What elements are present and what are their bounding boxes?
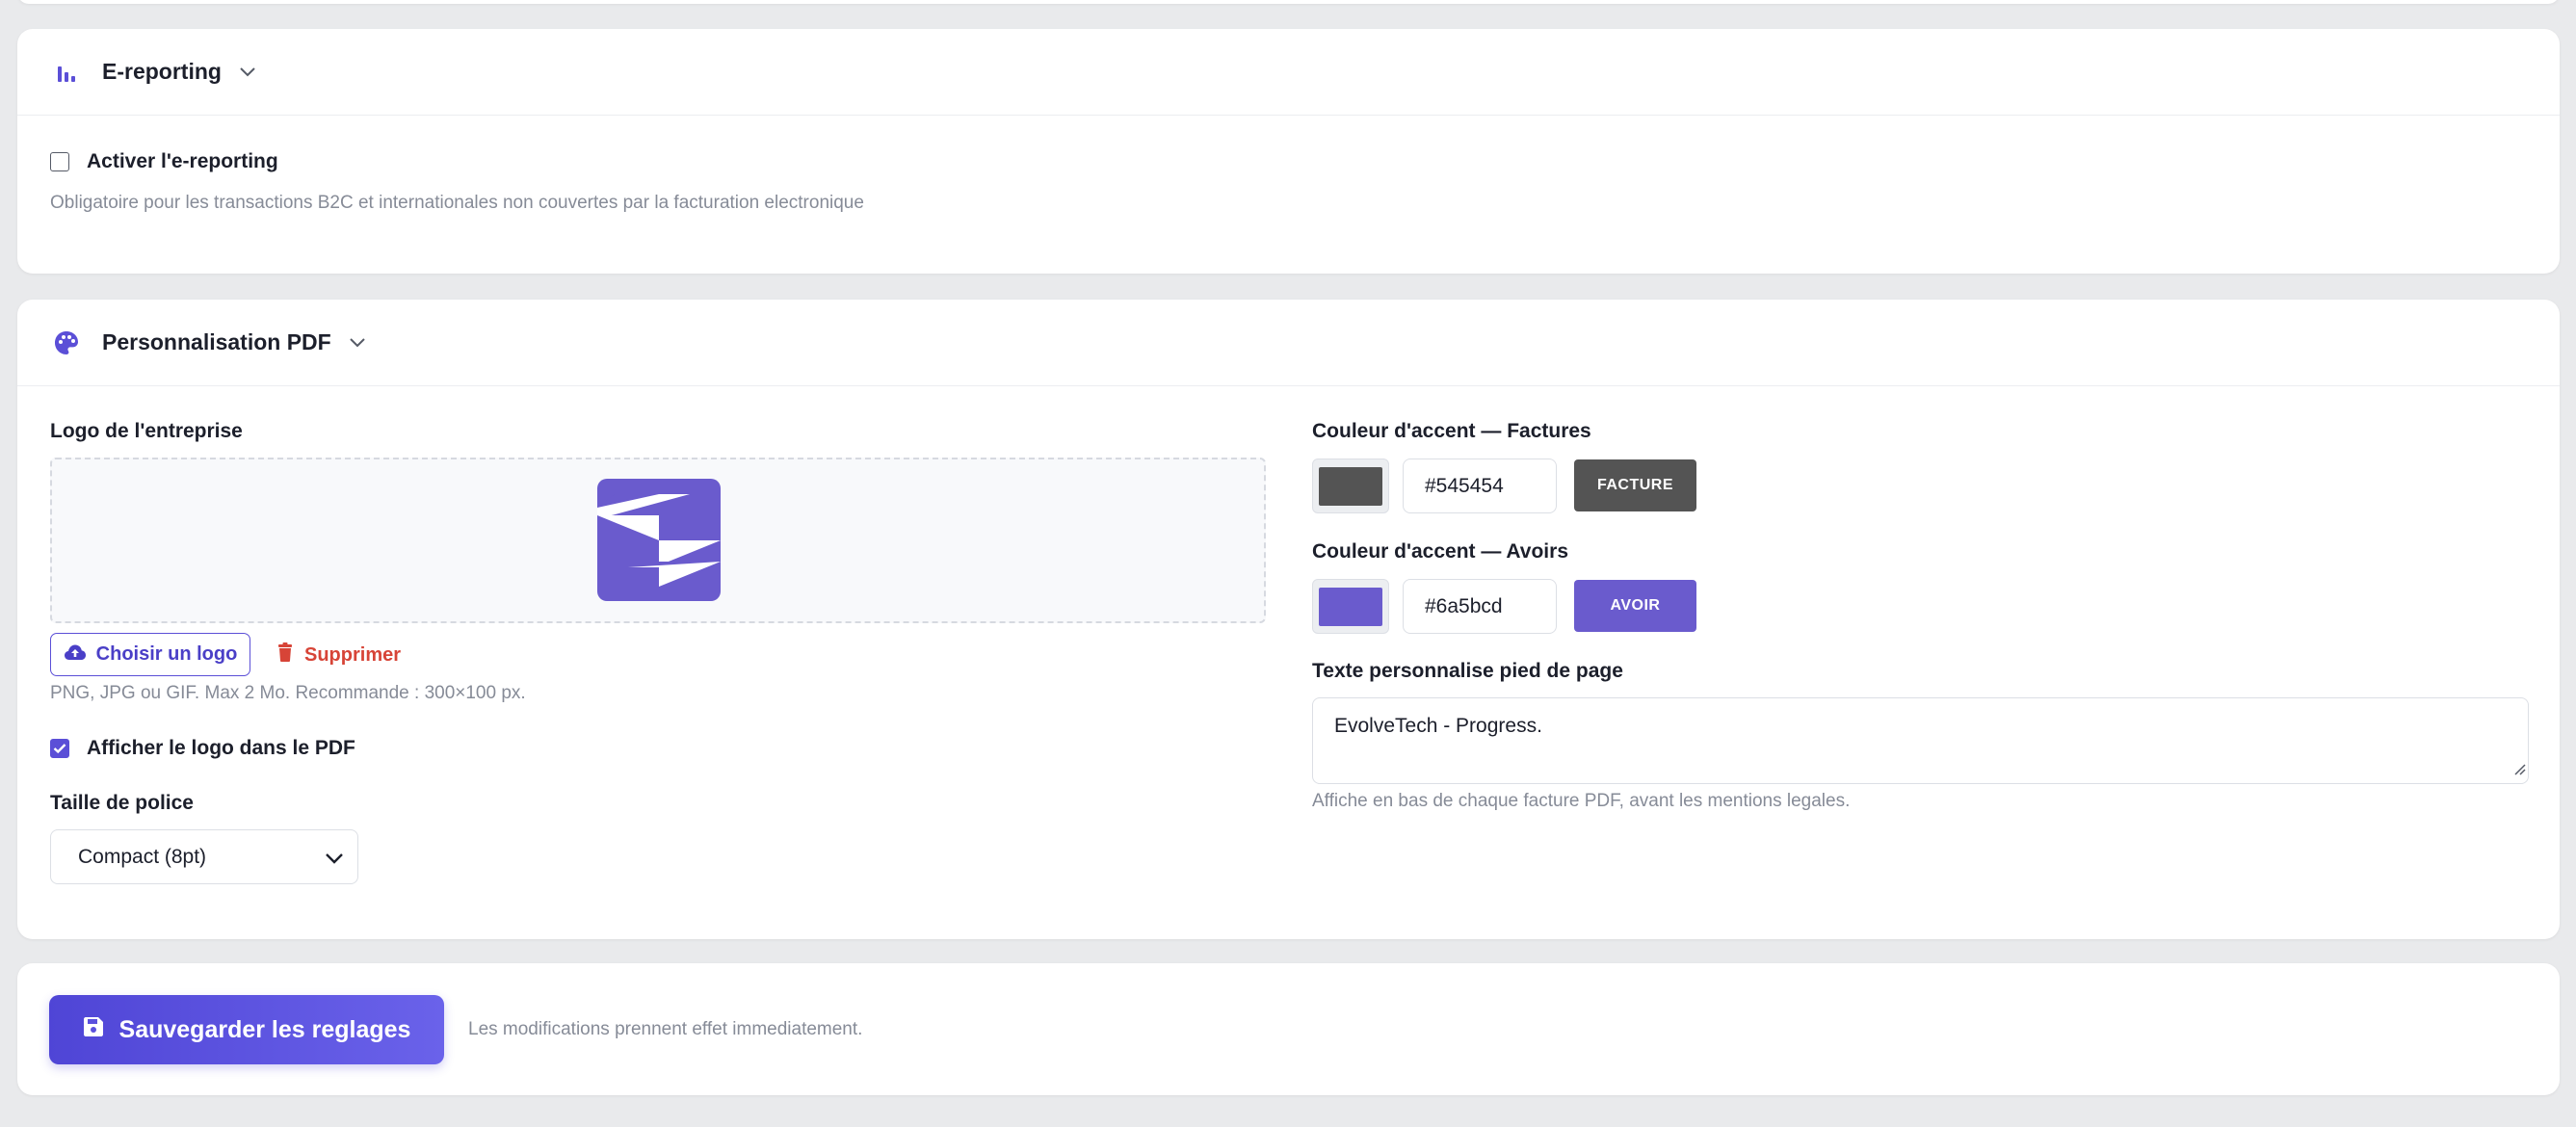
bar-chart-icon bbox=[52, 58, 81, 87]
chevron-down-icon bbox=[325, 848, 344, 871]
company-logo bbox=[597, 479, 721, 601]
cloud-upload-icon bbox=[64, 643, 87, 667]
resize-handle-icon[interactable] bbox=[2512, 758, 2526, 781]
trash-icon bbox=[277, 642, 293, 668]
accent-credit-label: Couleur d'accent — Avoirs bbox=[1312, 540, 1568, 563]
save-settings-button[interactable]: Sauvegarder les reglages bbox=[49, 995, 444, 1064]
accent-credit-swatch bbox=[1319, 587, 1382, 626]
delete-logo-button[interactable]: Supprimer bbox=[277, 642, 401, 668]
invoice-preview-badge: FACTURE bbox=[1574, 459, 1696, 511]
footer-text-value: EvolveTech - Progress. bbox=[1334, 715, 1542, 737]
accent-credit-hex-value: #6a5bcd bbox=[1425, 594, 1503, 617]
logo-help-text: PNG, JPG ou GIF. Max 2 Mo. Recommande : … bbox=[50, 683, 526, 703]
ereporting-help-text: Obligatoire pour les transactions B2C et… bbox=[50, 193, 864, 213]
save-note: Les modifications prennent effet immedia… bbox=[468, 1019, 863, 1039]
accent-invoice-color-picker[interactable] bbox=[1312, 459, 1389, 513]
footer-text-label: Texte personnalise pied de page bbox=[1312, 660, 1623, 682]
save-settings-label: Sauvegarder les reglages bbox=[118, 1015, 411, 1043]
accent-credit-hex-input[interactable]: #6a5bcd bbox=[1403, 579, 1557, 634]
ereporting-toggle[interactable]: Activer l'e-reporting bbox=[50, 150, 278, 173]
accent-invoice-hex-input[interactable]: #545454 bbox=[1403, 459, 1557, 513]
footer-help-text: Affiche en bas de chaque facture PDF, av… bbox=[1312, 791, 1851, 811]
show-logo-label: Afficher le logo dans le PDF bbox=[87, 737, 355, 759]
previous-section-card bbox=[17, 0, 2560, 4]
logo-dropzone[interactable] bbox=[50, 458, 1266, 623]
ereporting-title: E-reporting bbox=[102, 59, 222, 84]
accent-invoice-swatch bbox=[1319, 466, 1382, 506]
floppy-disk-icon bbox=[83, 1016, 104, 1044]
accent-invoice-label: Couleur d'accent — Factures bbox=[1312, 420, 1591, 442]
ereporting-card: E-reporting Activer l'e-reporting Obliga… bbox=[17, 29, 2560, 274]
footer-text-textarea[interactable]: EvolveTech - Progress. bbox=[1312, 697, 2529, 784]
font-size-value: Compact (8pt) bbox=[78, 845, 207, 868]
accent-invoice-hex-value: #545454 bbox=[1425, 474, 1504, 497]
pdf-title: Personnalisation PDF bbox=[102, 329, 331, 354]
ereporting-header[interactable]: E-reporting bbox=[17, 29, 2560, 116]
palette-icon bbox=[52, 328, 81, 357]
delete-logo-label: Supprimer bbox=[304, 643, 402, 666]
accent-credit-color-picker[interactable] bbox=[1312, 579, 1389, 634]
logo-label: Logo de l'entreprise bbox=[50, 420, 243, 442]
font-size-select[interactable]: Compact (8pt) bbox=[50, 829, 358, 884]
save-card: Sauvegarder les reglages Les modificatio… bbox=[17, 963, 2560, 1095]
show-logo-checkbox[interactable] bbox=[50, 739, 69, 758]
ereporting-checkbox[interactable] bbox=[50, 152, 69, 171]
font-size-label: Taille de police bbox=[50, 792, 194, 814]
chevron-down-icon[interactable] bbox=[239, 62, 260, 83]
pdf-customization-card: Personnalisation PDF Logo de l'entrepris… bbox=[17, 300, 2560, 939]
chevron-down-icon[interactable] bbox=[349, 332, 370, 354]
choose-logo-button[interactable]: Choisir un logo bbox=[50, 633, 250, 676]
pdf-header[interactable]: Personnalisation PDF bbox=[17, 300, 2560, 386]
show-logo-toggle[interactable]: Afficher le logo dans le PDF bbox=[50, 737, 355, 760]
choose-logo-label: Choisir un logo bbox=[95, 643, 238, 665]
credit-preview-badge: AVOIR bbox=[1574, 580, 1696, 632]
ereporting-checkbox-label: Activer l'e-reporting bbox=[87, 150, 278, 172]
